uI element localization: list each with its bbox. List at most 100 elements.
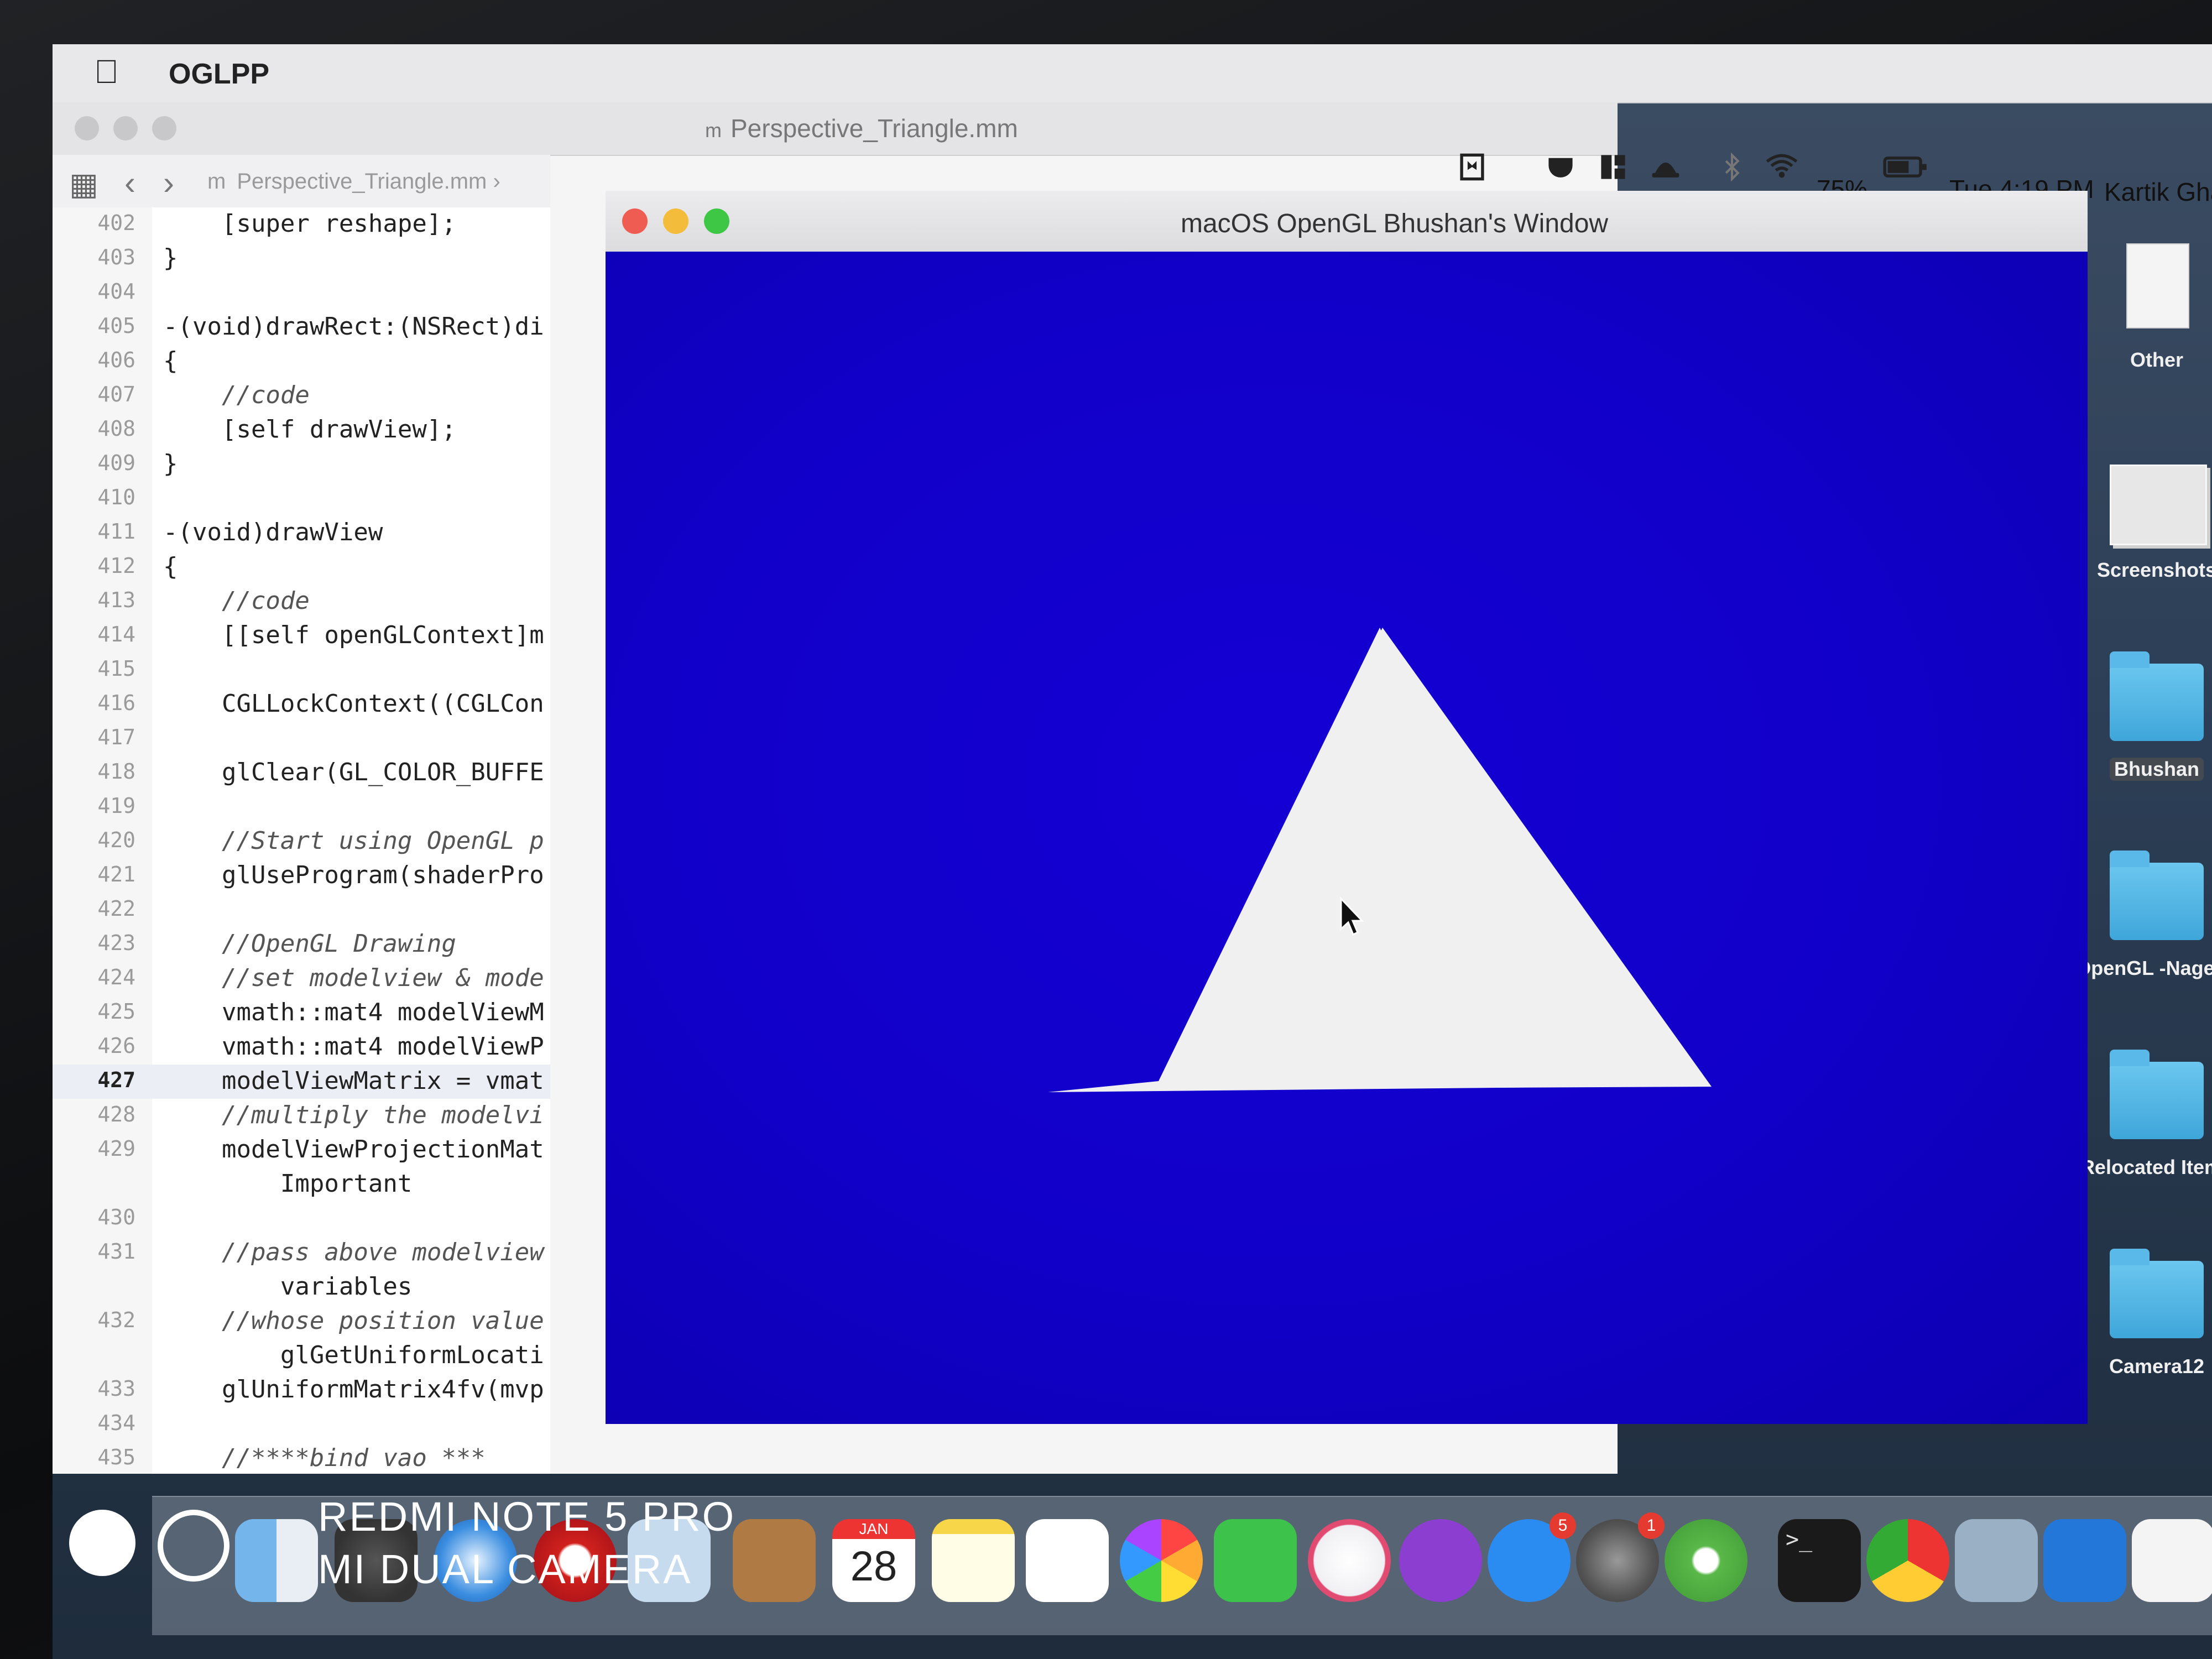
jump-bar: ▦ ‹ › m Perspective_Triangle.mm › xyxy=(53,155,550,208)
code-line[interactable]: 406 { xyxy=(53,345,550,379)
code-line[interactable]: 404 xyxy=(53,276,550,310)
source-editor[interactable]: 402 [super reshape]; 403} 404 405 -(void)dra… xyxy=(53,207,550,1474)
code-line[interactable]: 418 glClear(GL_COLOR_BUFFE xyxy=(53,756,550,790)
facetime-icon[interactable] xyxy=(1214,1519,1297,1602)
breadcrumb[interactable]: m Perspective_Triangle.mm › xyxy=(207,169,500,194)
code-line[interactable]: 427 modelViewMatrix = vmat xyxy=(53,1065,550,1099)
back-arrow-icon[interactable]: ‹ xyxy=(124,164,135,202)
code-line[interactable]: 423 //OpenGL Drawing xyxy=(53,927,550,962)
code-line[interactable]: 429 modelViewProjectionMat xyxy=(53,1133,550,1167)
wifi-icon[interactable] xyxy=(1764,151,1799,181)
code-line[interactable]: 407 //code xyxy=(53,379,550,413)
code-text: vmath::mat4 modelViewP xyxy=(163,1032,544,1061)
code-line[interactable]: 403} xyxy=(53,242,550,276)
podcasts-icon[interactable] xyxy=(1399,1519,1482,1602)
related-items-grid-icon[interactable]: ▦ xyxy=(69,166,98,202)
line-number: 410 xyxy=(97,485,135,509)
notes-icon[interactable] xyxy=(932,1519,1015,1602)
contacts-icon[interactable] xyxy=(733,1519,816,1602)
code-text: //set modelview & mode xyxy=(163,964,544,992)
code-text: //****bind vao *** xyxy=(163,1444,486,1472)
code-text: -(void)drawRect:(NSRect)di xyxy=(163,312,544,341)
calendar-icon[interactable]: JAN 28 xyxy=(832,1519,915,1602)
code-line[interactable]: 430 xyxy=(53,1202,550,1236)
code-line[interactable]: 421 glUseProgram(shaderPro xyxy=(53,859,550,893)
preview-icon[interactable] xyxy=(1955,1519,2038,1602)
incognito-hat-icon[interactable] xyxy=(1651,152,1681,182)
code-line[interactable]: 405 -(void)drawRect:(NSRect)di xyxy=(53,310,550,345)
code-line[interactable]: 435 //****bind vao *** xyxy=(53,1442,550,1474)
code-line[interactable]: 432 //whose position value xyxy=(53,1305,550,1339)
close-button[interactable] xyxy=(622,208,648,234)
battery-icon[interactable] xyxy=(1883,152,1928,182)
code-line[interactable]: Important xyxy=(53,1167,550,1202)
code-text: glUseProgram(shaderPro xyxy=(163,861,544,889)
code-text: { xyxy=(163,552,178,581)
xcode-icon[interactable] xyxy=(2043,1519,2126,1602)
folder-icon xyxy=(2110,651,2204,741)
code-line[interactable]: 416 CGLLockContext((CGLCon xyxy=(53,687,550,722)
itunes-icon[interactable] xyxy=(1308,1519,1391,1602)
code-line[interactable]: 412 { xyxy=(53,550,550,585)
code-line[interactable]: 409} xyxy=(53,447,550,482)
app-menu-name[interactable]: OGLPP xyxy=(169,58,269,91)
code-line[interactable]: 424 //set modelview & mode xyxy=(53,962,550,996)
desktop-item[interactable]: Camera12 xyxy=(2074,1249,2212,1427)
system-preferences-icon[interactable]: 1 xyxy=(1576,1512,1665,1602)
code-line[interactable]: 414 [[self openGLContext]m xyxy=(53,619,550,653)
desktop-item[interactable]: Other xyxy=(2074,243,2212,420)
utorrent-icon[interactable] xyxy=(1665,1519,1747,1602)
line-number: 407 xyxy=(97,382,135,406)
instruments-icon[interactable] xyxy=(2132,1519,2212,1602)
line-number: 422 xyxy=(97,896,135,921)
code-line[interactable]: 420 //Start using OpenGL p xyxy=(53,825,550,859)
code-text: vmath::mat4 modelViewM xyxy=(163,998,544,1026)
code-line[interactable]: glGetUniformLocati xyxy=(53,1339,550,1373)
bluetooth-icon[interactable] xyxy=(1717,152,1747,182)
code-line[interactable]: variables xyxy=(53,1270,550,1305)
code-line[interactable]: 419 xyxy=(53,790,550,825)
code-line[interactable]: 434 xyxy=(53,1407,550,1442)
apple-menu-icon[interactable]:  xyxy=(94,53,119,91)
photos-icon[interactable] xyxy=(1120,1519,1203,1602)
line-number: 413 xyxy=(97,588,135,612)
window-manager-icon[interactable] xyxy=(1598,152,1628,182)
status-bar: 75% Tue 4:19 PM Kartik Gha xyxy=(53,102,2212,206)
app-store-icon[interactable]: 5 xyxy=(1488,1512,1576,1602)
minimize-button[interactable] xyxy=(663,208,688,234)
reminders-icon[interactable] xyxy=(1026,1519,1109,1602)
line-number: 435 xyxy=(97,1445,135,1469)
code-line[interactable]: 431 //pass above modelview xyxy=(53,1236,550,1270)
finder-icon[interactable] xyxy=(235,1519,318,1602)
bookmark-icon[interactable] xyxy=(1457,152,1487,182)
pocket-icon[interactable] xyxy=(1546,152,1575,182)
forward-arrow-icon[interactable]: › xyxy=(163,164,174,202)
desktop-item[interactable]: Relocated Items xyxy=(2074,1050,2212,1228)
chrome-icon[interactable] xyxy=(1866,1519,1949,1602)
code-line[interactable]: 411 -(void)drawView xyxy=(53,516,550,550)
code-line[interactable]: 422 xyxy=(53,893,550,927)
code-line[interactable]: 408 [self drawView]; xyxy=(53,413,550,447)
breadcrumb-file[interactable]: Perspective_Triangle.mm xyxy=(237,169,487,194)
terminal-icon[interactable]: >_ xyxy=(1778,1519,1861,1602)
opengl-titlebar[interactable]: macOS OpenGL Bhushan's Window xyxy=(606,191,2088,253)
code-line[interactable]: 425 vmath::mat4 modelViewM xyxy=(53,996,550,1030)
code-line[interactable]: 402 [super reshape]; xyxy=(53,207,550,242)
code-text: //OpenGL Drawing xyxy=(163,930,456,958)
code-line[interactable]: 428 //multiply the modelvi xyxy=(53,1099,550,1133)
breadcrumb-chevron-icon: › xyxy=(493,169,500,194)
document-icon xyxy=(2126,243,2189,328)
user-name[interactable]: Kartik Gha xyxy=(2104,177,2212,207)
desktop-item[interactable]: OpenGL -Nagesh xyxy=(2074,851,2212,1029)
zoom-button[interactable] xyxy=(704,208,729,234)
code-line[interactable]: 410 xyxy=(53,482,550,516)
opengl-canvas[interactable] xyxy=(606,252,2088,1424)
watermark-filled-circle xyxy=(69,1510,135,1576)
desktop-item[interactable]: Screenshots xyxy=(2074,453,2212,630)
code-line[interactable]: 426 vmath::mat4 modelViewP xyxy=(53,1030,550,1065)
code-line[interactable]: 417 xyxy=(53,722,550,756)
code-line[interactable]: 433 glUniformMatrix4fv(mvp xyxy=(53,1373,550,1407)
desktop-item[interactable]: Bhushan xyxy=(2074,651,2212,830)
code-line[interactable]: 413 //code xyxy=(53,585,550,619)
code-line[interactable]: 415 xyxy=(53,653,550,687)
